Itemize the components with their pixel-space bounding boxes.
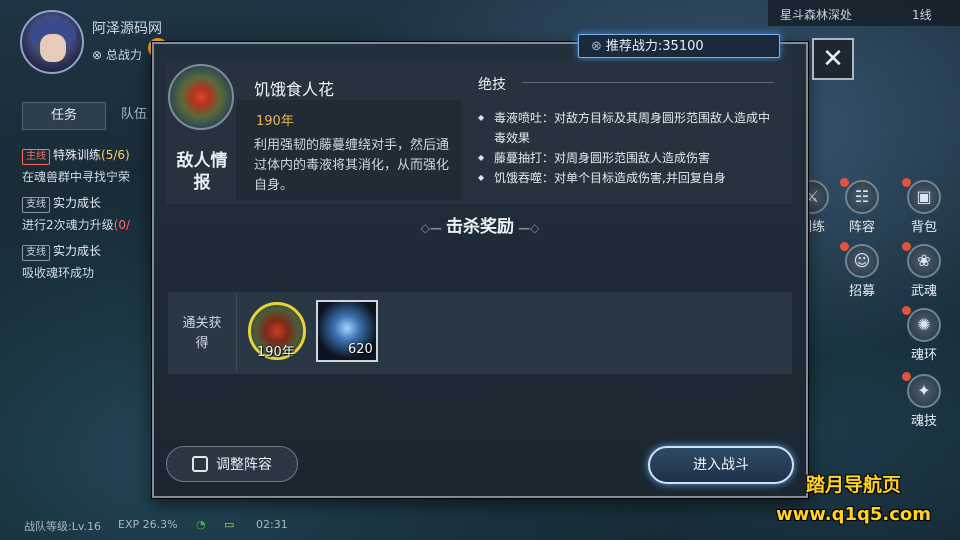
skills-divider [522,82,774,83]
avatar-face [40,34,66,62]
quest-item[interactable]: 主线 特殊训练(5/6) 在魂兽群中寻找宁荣 [22,146,162,185]
bag-icon: ▣ [907,180,941,214]
recommended-power: ⊗ 推荐战力:35100 [578,34,780,58]
quest-item[interactable]: 支线 实力成长 进行2次魂力升级(0/ [22,194,162,233]
notification-dot [840,242,849,251]
formation-icon: ☷ [845,180,879,214]
enemy-portrait [168,64,234,130]
player-name: 阿泽源码网 [92,21,162,37]
quest-item[interactable]: 支线 实力成长 吸收魂环成功 [22,242,162,281]
tab-task[interactable]: 任务 [22,102,106,130]
quest-tag: 支线 [22,197,50,213]
close-button[interactable]: ✕ [812,38,854,80]
enemy-name: 饥饿食人花 [254,80,335,99]
battery-icon: ▭ [224,518,235,531]
exp-value: EXP 26.3% [118,518,178,531]
location-bar: 星斗森林深处 1线 [768,0,960,26]
notification-dot [840,178,849,187]
quest-desc: 吸收魂环成功 [22,266,95,280]
enter-battle-button[interactable]: 进入战斗 [648,446,794,484]
quest-tabs: 任务 队伍 [22,102,162,130]
notification-dot [902,242,911,251]
reward-count: 620 [348,342,373,357]
status-bar: 战队等级:Lv.16 EXP 26.3% ◔ ▭ 02:31 [0,512,300,540]
notification-dot [902,306,911,315]
quest-desc-progress: (0/ [113,218,130,232]
reward-soul-essence[interactable]: 620 [316,300,378,362]
location-name: 星斗森林深处 [780,8,853,22]
menu-recruit[interactable]: ☺ 招募 [840,242,884,299]
menu-formation[interactable]: ☷ 阵容 [840,178,884,235]
notification-dot [902,178,911,187]
menu-martial-soul[interactable]: ❀ 武魂 [902,242,946,299]
menu-soul-ring[interactable]: ✺ 魂环 [902,306,946,363]
quest-tag: 主线 [22,149,50,165]
reward-soul-ring[interactable]: 190年 [248,302,306,360]
quest-desc: 进行2次魂力升级 [22,218,114,232]
quest-title: 实力成长 [53,244,102,258]
close-icon: ✕ [822,44,844,74]
reward-label: 通关获得 [182,316,222,351]
skills-list[interactable]: 毒液喷吐：对敌方目标及其周身圆形范围敌人造成中毒效果 藤蔓抽打：对周身圆形范围敌… [478,108,774,186]
reward-count: 190年 [257,345,295,360]
enemy-info-label: 敌人情报 [176,151,228,193]
scroll-icon [192,456,208,472]
server-line: 1线 [912,8,932,22]
skill-item: 饥饿吞噬：对单个目标造成伤害,并回复自身 [478,168,774,186]
adjust-formation-button[interactable]: 调整阵容 [166,446,298,482]
menu-label: 背包 [910,220,937,235]
menu-bag[interactable]: ▣ 背包 [902,178,946,235]
menu-label: 魂技 [910,414,937,429]
power-icon: ⊗ [92,48,106,62]
player-avatar[interactable] [20,10,84,74]
skill-item: 藤蔓抽打：对周身圆形范围敌人造成伤害 [478,148,774,168]
reward-title-text: 击杀奖励 [446,217,514,237]
soul-ring-icon: ✺ [907,308,941,342]
menu-label: 魂环 [910,348,937,363]
divider [236,294,237,372]
recruit-icon: ☺ [845,244,879,278]
clock: 02:31 [256,518,288,531]
ornament-right-icon: —◇ [514,221,540,235]
martial-soul-icon: ❀ [907,244,941,278]
notification-dot [902,372,911,381]
quest-progress: (5/6) [101,148,130,162]
skills-title: 绝技 [478,77,506,93]
quest-tag: 支线 [22,245,50,261]
quest-desc: 在魂兽群中寻找宁荣 [22,170,131,184]
quest-title: 特殊训练 [53,148,102,162]
reward-title: ◇— 击杀奖励 —◇ [400,212,560,237]
total-power-label: ⊗ 总战力 [92,46,142,63]
power-icon: ⊗ [591,39,602,54]
adjust-formation-label: 调整阵容 [216,457,272,473]
wifi-icon: ◔ [196,518,206,531]
quest-title: 实力成长 [53,196,102,210]
recommended-power-text: 推荐战力:35100 [605,39,704,54]
enemy-description: 利用强韧的藤蔓缠绕对手，然后通过体内的毒液将其消化，从而强化自身。 [254,138,450,193]
enemy-age: 190年 [256,114,294,129]
menu-soul-skill[interactable]: ✦ 魂技 [902,372,946,429]
power-label-text: 总战力 [105,48,142,62]
watermark-title: 踏月导航页 [806,474,902,496]
watermark-url: www.q1q5.com [776,504,932,525]
menu-label: 阵容 [848,220,875,235]
soul-skill-icon: ✦ [907,374,941,408]
menu-label: 武魂 [910,284,937,299]
team-level: 战队等级:Lv.16 [24,520,101,533]
menu-label: 招募 [848,284,875,299]
skill-item: 毒液喷吐：对敌方目标及其周身圆形范围敌人造成中毒效果 [478,108,774,148]
ornament-left-icon: ◇— [420,221,446,235]
